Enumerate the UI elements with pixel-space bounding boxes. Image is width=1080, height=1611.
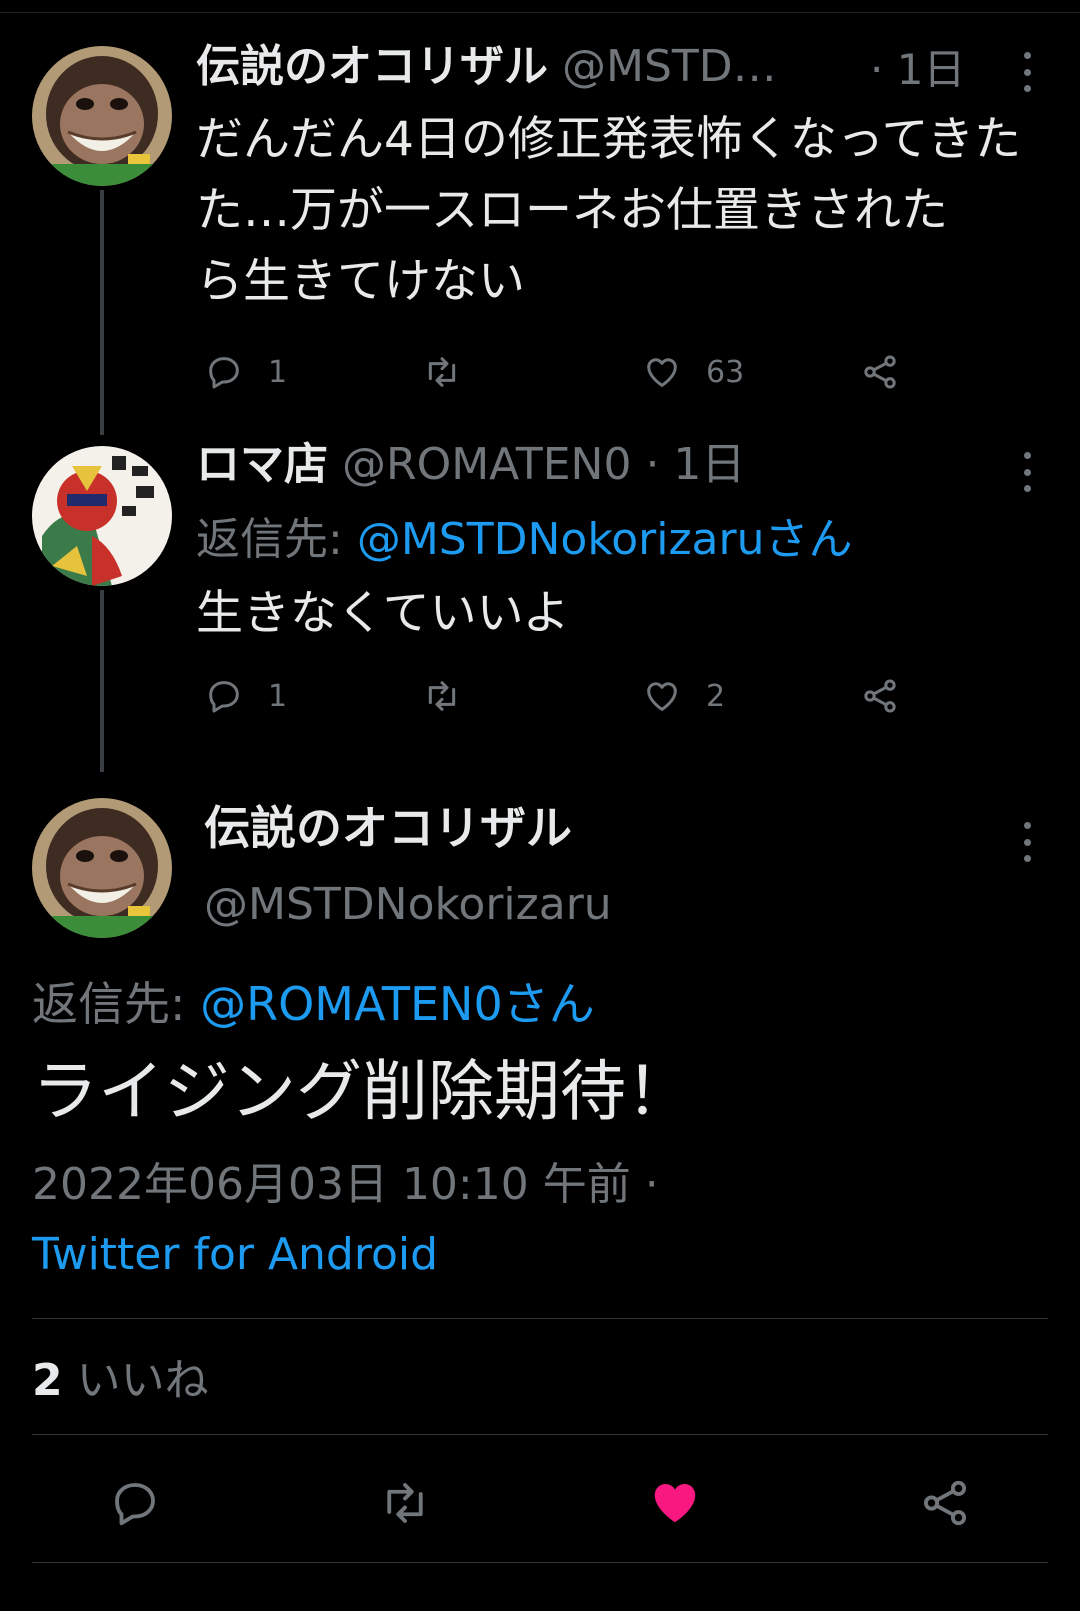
tweet-time[interactable]: · 1日 [645, 439, 745, 490]
avatar-romaten[interactable] [32, 446, 172, 586]
more-icon[interactable] [1017, 822, 1037, 862]
display-name[interactable]: 伝説のオコリザル [204, 802, 572, 855]
user-handle[interactable]: @ROMATEN0 [342, 439, 631, 490]
top-divider [0, 12, 1080, 13]
tweet-text-line: た…万が一スローネお仕置きされた [196, 183, 948, 238]
reply-button[interactable]: 1 [204, 674, 287, 718]
reply-prefix: 返信先: [196, 514, 343, 565]
like-count: 63 [706, 354, 745, 390]
chimp-avatar-image [32, 46, 172, 186]
tweet-text-line: ら生きてけない [196, 254, 525, 309]
share-icon[interactable] [918, 1476, 972, 1530]
tweet-text: だんだん4日の修正発表怖くなってきた た…万が一スローネお仕置きされた ら生きて… [196, 104, 1052, 317]
robot-avatar-image [32, 446, 172, 586]
share-button[interactable] [860, 350, 900, 394]
tweet-text-line: だんだん4日の修正発表怖くなってきた [196, 112, 1022, 167]
display-name[interactable]: ロマ店 [196, 439, 328, 490]
reply-icon [209, 681, 239, 713]
avatar-okorizaru[interactable] [32, 798, 172, 938]
likes-summary-count: 2 [32, 1355, 63, 1406]
display-name[interactable]: 伝説のオコリザル [196, 41, 548, 92]
tweet-header: 伝説のオコリザル @MSTD… [196, 41, 777, 93]
likes-summary[interactable]: 2 いいね [32, 1355, 209, 1407]
likes-summary-label: いいね [76, 1355, 209, 1406]
reply-button[interactable]: 1 [204, 350, 287, 394]
tweet-text: 生きなくていいよ [196, 586, 570, 641]
user-handle[interactable]: @MSTDNokorizaru [204, 879, 612, 931]
like-button[interactable]: 2 [642, 674, 725, 718]
reply-icon [209, 357, 239, 389]
divider [32, 1318, 1048, 1319]
reply-count: 1 [268, 678, 288, 714]
retweet-button[interactable] [420, 674, 488, 718]
tweet-source-link[interactable]: Twitter for Android [32, 1229, 438, 1281]
thread-line [100, 190, 104, 435]
tweet-time[interactable]: · 1日 [870, 45, 965, 94]
like-icon-active[interactable] [648, 1472, 702, 1532]
retweet-icon[interactable] [376, 1476, 434, 1530]
user-handle[interactable]: @MSTD… [562, 41, 777, 92]
reply-to-link[interactable]: @MSTDNokorizaruさん [357, 514, 853, 565]
reply-prefix: 返信先: [32, 977, 186, 1031]
reply-context: 返信先: @MSTDNokorizaruさん [196, 514, 853, 566]
divider [32, 1434, 1048, 1435]
share-icon [864, 679, 896, 713]
tweet-timestamp[interactable]: 2022年06月03日 10:10 午前 · [32, 1159, 659, 1211]
retweet-icon [428, 681, 456, 711]
divider [32, 1562, 1048, 1563]
like-count: 2 [706, 678, 726, 714]
like-icon [647, 358, 677, 387]
reply-icon[interactable] [108, 1476, 162, 1530]
reply-count: 1 [268, 354, 288, 390]
thread-line [100, 590, 104, 772]
more-icon[interactable] [1017, 52, 1037, 92]
like-button[interactable]: 63 [642, 350, 744, 394]
retweet-button[interactable] [420, 350, 488, 394]
reply-context: 返信先: @ROMATEN0さん [32, 978, 595, 1031]
like-icon [647, 682, 677, 711]
share-icon [864, 355, 896, 389]
retweet-icon [428, 357, 456, 387]
more-icon[interactable] [1017, 452, 1037, 492]
avatar-okorizaru[interactable] [32, 46, 172, 186]
tweet-header: ロマ店 @ROMATEN0 · 1日 [196, 439, 745, 491]
main-tweet-text: ライジング削除期待！ [32, 1053, 692, 1130]
chimp-avatar-image [32, 798, 172, 938]
reply-to-link[interactable]: @ROMATEN0さん [200, 977, 595, 1031]
share-button[interactable] [860, 674, 900, 718]
